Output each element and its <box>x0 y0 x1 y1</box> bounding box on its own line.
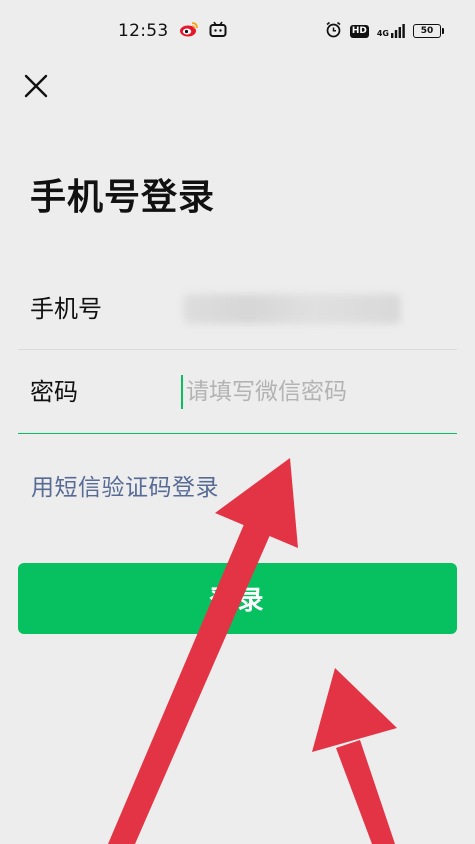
password-label: 密码 <box>30 378 78 406</box>
phone-label: 手机号 <box>30 295 102 323</box>
sms-login-link[interactable]: 用短信验证码登录 <box>31 468 219 502</box>
network-type: 4G <box>376 29 389 38</box>
page-title: 手机号登录 <box>30 176 216 218</box>
signal-icon: 4G <box>377 24 405 38</box>
close-button[interactable] <box>20 70 52 102</box>
bilibili-icon <box>209 21 227 42</box>
password-input[interactable] <box>181 375 441 409</box>
annotation-arrow-right <box>312 668 397 844</box>
hd-icon: HD <box>349 24 369 38</box>
password-row: 密码 <box>18 351 457 434</box>
status-right: HD 4G 50 <box>325 20 444 42</box>
phone-row: 手机号 <box>18 268 457 350</box>
alarm-icon <box>325 21 342 42</box>
battery-icon: 50 <box>413 24 444 38</box>
close-icon <box>24 74 48 98</box>
phone-number-field-blurred[interactable] <box>183 294 401 324</box>
weibo-icon <box>179 20 199 42</box>
battery-level: 50 <box>420 26 434 36</box>
status-left: 12:53 <box>118 20 227 42</box>
annotation-arrow-left <box>108 458 298 844</box>
login-button-label: 登录 <box>209 586 266 616</box>
status-time: 12:53 <box>118 21 169 41</box>
login-button[interactable]: 登录 <box>18 563 457 634</box>
status-bar: 12:53 HD 4G 50 <box>0 0 475 62</box>
